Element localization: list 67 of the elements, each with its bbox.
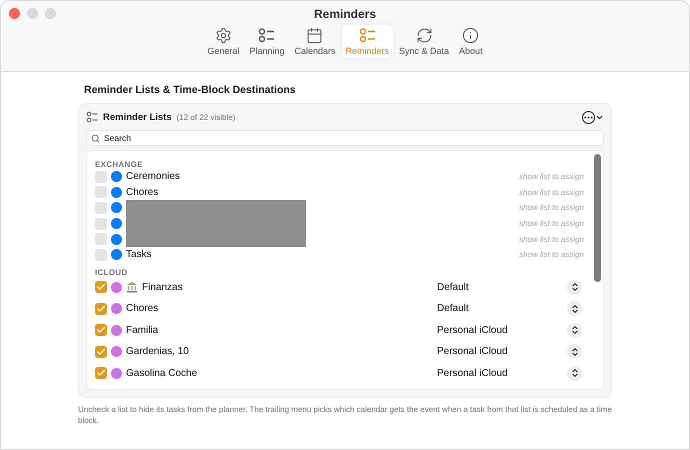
window-title: Reminders <box>314 7 376 21</box>
checklist-icon <box>358 27 376 44</box>
list-name: Chores <box>126 303 158 314</box>
calendar-destination: Personal iCloud <box>437 346 509 358</box>
checkbox[interactable] <box>95 324 107 336</box>
checkbox[interactable] <box>95 202 107 214</box>
close-button[interactable] <box>9 8 20 19</box>
list-name: Chores <box>126 186 158 198</box>
sync-icon <box>416 27 433 44</box>
checkbox[interactable] <box>95 248 107 261</box>
assign-hint: show list to assign <box>519 250 584 260</box>
minimize-button[interactable] <box>27 8 38 19</box>
checklist-icon <box>258 27 276 44</box>
list-name: Tasks <box>126 249 152 260</box>
toolbar-tab[interactable]: Planning <box>245 25 288 58</box>
section-title: Reminder Lists & Time-Block Destinations <box>84 84 297 96</box>
footer-note: Uncheck a list to hide its tasks from the planner. The trailing menu picks which calendar gets the event when a task from that list is scheduled as a time block. <box>78 404 613 426</box>
checkbox[interactable] <box>95 218 107 230</box>
assign-hint: show list to assign <box>519 172 584 182</box>
more-menu-button[interactable] <box>582 110 604 124</box>
toolbar-tab[interactable]: Sync & Data <box>395 25 454 58</box>
checkbox[interactable] <box>95 186 107 198</box>
scroll-thumb[interactable] <box>594 154 601 282</box>
up-down-chevron-icon <box>570 368 580 378</box>
calendar-popup-button[interactable] <box>567 344 582 360</box>
info-icon <box>462 27 480 44</box>
checklist-icon <box>86 111 98 123</box>
checkbox[interactable] <box>95 170 107 183</box>
list-name: Gardenias, 10 <box>126 346 189 358</box>
visible-count: (12 of 22 visible) <box>176 112 236 122</box>
assign-hint: show list to assign <box>519 234 584 244</box>
checkbox[interactable] <box>95 367 107 380</box>
list-name: Finanzas <box>142 282 183 293</box>
list-name: Gasolina Coche <box>126 368 198 379</box>
calendar-popup-button[interactable] <box>567 301 582 316</box>
checkbox[interactable] <box>95 281 107 294</box>
calendar-destination: Default <box>437 282 470 293</box>
search-icon <box>91 134 100 143</box>
assign-hint: show list to assign <box>519 188 584 197</box>
group-header: ICLOUD <box>95 266 128 277</box>
toolbar-tab[interactable]: Calendars <box>290 25 340 58</box>
assign-hint: show list to assign <box>519 219 584 228</box>
panel-title: Reminder Lists <box>103 112 172 122</box>
list-name: Ceremonies <box>126 171 180 182</box>
gear-icon <box>214 27 232 44</box>
calendar-popup-button[interactable] <box>567 280 582 295</box>
search-field[interactable]: Search <box>86 130 604 146</box>
up-down-chevron-icon <box>570 346 580 357</box>
zoom-button[interactable] <box>45 8 56 19</box>
toolbar-tab[interactable]: General <box>203 25 244 58</box>
checkbox[interactable] <box>95 302 107 315</box>
toolbar-tab[interactable]: About <box>455 25 487 58</box>
list-name: Familia <box>126 324 158 336</box>
up-down-chevron-icon <box>570 325 580 336</box>
up-down-chevron-icon <box>570 282 580 292</box>
ellipsis-icon <box>582 110 595 124</box>
calendar-destination: Personal iCloud <box>437 324 509 336</box>
calendar-popup-button[interactable] <box>567 322 582 338</box>
calendar-destination: Default <box>437 303 470 314</box>
calendar-destination: Personal iCloud <box>437 368 509 379</box>
up-down-chevron-icon <box>570 304 580 314</box>
calendar-icon <box>306 27 324 44</box>
calendar-popup-button[interactable] <box>567 366 582 381</box>
assign-hint: show list to assign <box>519 203 584 212</box>
checkbox[interactable] <box>95 233 107 246</box>
group-header: EXCHANGE <box>95 159 144 169</box>
checkbox[interactable] <box>95 346 107 358</box>
